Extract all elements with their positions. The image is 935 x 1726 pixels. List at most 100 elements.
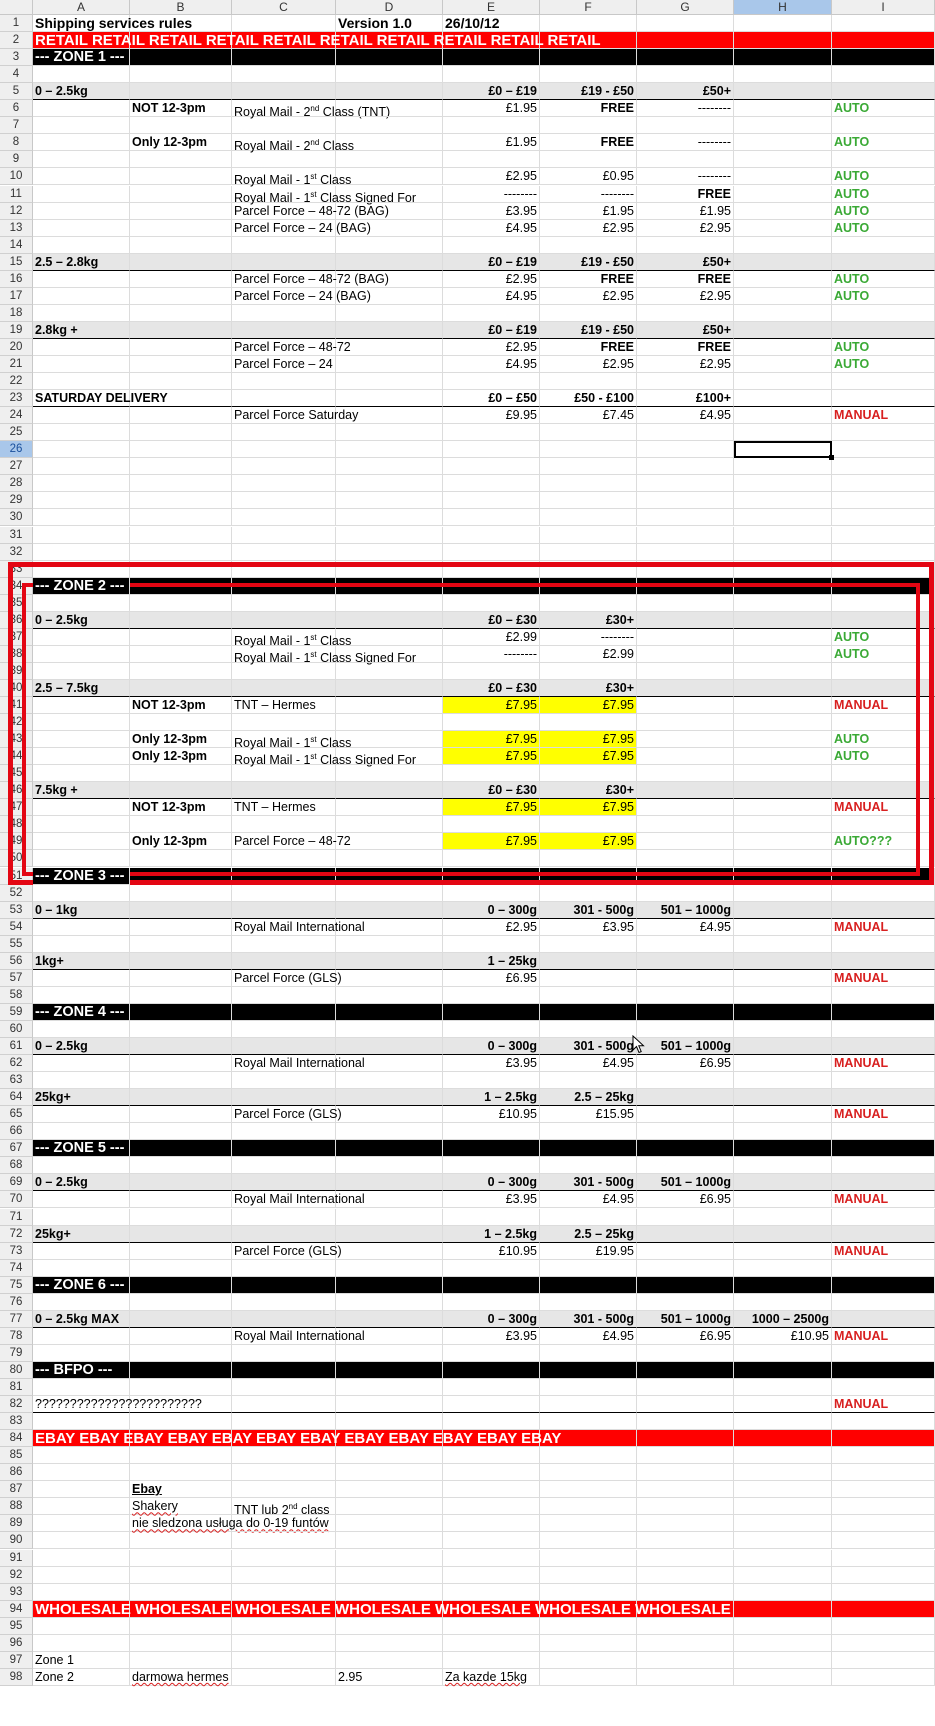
cell-b29[interactable] [130,492,232,510]
cell-d25[interactable] [336,424,443,442]
cell-g97[interactable] [637,1651,734,1669]
cell-i52[interactable] [832,884,935,902]
cell-f87[interactable] [540,1481,637,1499]
cell-e87[interactable] [443,1481,540,1499]
cell-i25[interactable] [832,424,935,442]
cell-d73[interactable] [336,1242,443,1260]
cell-e38[interactable]: -------- [443,645,540,663]
cell-c72[interactable] [232,1225,336,1243]
cell-d14[interactable] [336,236,443,254]
cell-d61[interactable] [336,1038,443,1056]
cell-d71[interactable] [336,1208,443,1226]
cell-f64[interactable]: 2.5 – 25kg [540,1089,637,1107]
cell-i3[interactable] [832,49,935,67]
cell-c80[interactable] [232,1361,336,1379]
cell-e35[interactable] [443,594,540,612]
cell-e45[interactable] [443,765,540,783]
cell-e46[interactable]: £0 – £30 [443,782,540,800]
cell-a74[interactable] [33,1259,130,1277]
cell-b19[interactable] [130,321,232,339]
cell-e86[interactable] [443,1464,540,1482]
cell-a44[interactable] [33,748,130,766]
cell-h67[interactable] [734,1140,832,1158]
cell-e14[interactable] [443,236,540,254]
cell-b18[interactable] [130,304,232,322]
cell-i28[interactable] [832,475,935,493]
cell-c39[interactable] [232,662,336,680]
row-header-64[interactable]: 64 [0,1089,33,1107]
cell-f83[interactable] [540,1413,637,1431]
cell-h12[interactable] [734,202,832,220]
cell-h47[interactable] [734,799,832,817]
cell-i87[interactable] [832,1481,935,1499]
cell-c28[interactable] [232,475,336,493]
cell-e20[interactable]: £2.95 [443,338,540,356]
column-header-f[interactable]: F [540,0,637,15]
cell-c85[interactable] [232,1447,336,1465]
row-header-12[interactable]: 12 [0,202,33,220]
cell-i43[interactable]: AUTO [832,731,935,749]
cell-e5[interactable]: £0 – £19 [443,83,540,101]
cell-g4[interactable] [637,66,734,84]
cell-d38[interactable] [336,645,443,663]
row-header-56[interactable]: 56 [0,952,33,970]
cell-f29[interactable] [540,492,637,510]
cell-d49[interactable] [336,833,443,851]
row-header-8[interactable]: 8 [0,134,33,152]
cell-a30[interactable] [33,509,130,527]
cell-i42[interactable] [832,714,935,732]
row-header-10[interactable]: 10 [0,168,33,186]
cell-c65[interactable]: Parcel Force (GLS) [232,1106,342,1124]
cell-c21[interactable]: Parcel Force – 24 [232,356,336,374]
row-header-44[interactable]: 44 [0,748,33,766]
row-header-6[interactable]: 6 [0,100,33,118]
cell-g31[interactable] [637,526,734,544]
cell-d66[interactable] [336,1123,443,1141]
cell-b71[interactable] [130,1208,232,1226]
cell-b43[interactable]: Only 12-3pm [130,731,232,749]
cell-e16[interactable]: £2.95 [443,270,540,288]
cell-d44[interactable] [336,748,443,766]
cell-g24[interactable]: £4.95 [637,407,734,425]
row-header-13[interactable]: 13 [0,219,33,237]
cell-c10[interactable]: Royal Mail - 1st Class [232,168,351,188]
cell-c23[interactable] [232,390,336,408]
cell-b91[interactable] [130,1549,232,1567]
cell-d41[interactable] [336,697,443,715]
cell-e18[interactable] [443,304,540,322]
cell-d7[interactable] [336,117,443,135]
row-header-92[interactable]: 92 [0,1566,33,1584]
cell-b66[interactable] [130,1123,232,1141]
cell-g75[interactable] [637,1276,734,1294]
cell-e59[interactable] [443,1003,540,1021]
cell-h87[interactable] [734,1481,832,1499]
cell-c95[interactable] [232,1617,336,1635]
cell-g39[interactable] [637,662,734,680]
cell-a34[interactable]: --- ZONE 2 --- [33,577,130,595]
cell-e83[interactable] [443,1413,540,1431]
cell-a18[interactable] [33,304,130,322]
cell-b25[interactable] [130,424,232,442]
cell-i54[interactable]: MANUAL [832,918,935,936]
cell-c86[interactable] [232,1464,336,1482]
cell-e47[interactable]: £7.95 [443,799,540,817]
row-header-9[interactable]: 9 [0,151,33,169]
cell-g11[interactable]: FREE [637,185,734,203]
row-header-75[interactable]: 75 [0,1276,33,1294]
cell-e50[interactable] [443,850,540,868]
cell-g17[interactable]: £2.95 [637,287,734,305]
cell-c60[interactable] [232,1020,336,1038]
cell-c43[interactable]: Royal Mail - 1st Class [232,731,351,750]
cell-i77[interactable] [832,1310,935,1328]
cell-b26[interactable] [130,441,232,459]
cell-g63[interactable] [637,1072,734,1090]
cell-h43[interactable] [734,731,832,749]
cell-e56[interactable]: 1 – 25kg [443,952,540,970]
cell-f28[interactable] [540,475,637,493]
cell-g45[interactable] [637,765,734,783]
cell-i63[interactable] [832,1072,935,1090]
cell-f88[interactable] [540,1498,637,1516]
cell-h69[interactable] [734,1174,832,1192]
cell-f44[interactable]: £7.95 [540,748,637,766]
cell-h1[interactable] [734,15,832,33]
